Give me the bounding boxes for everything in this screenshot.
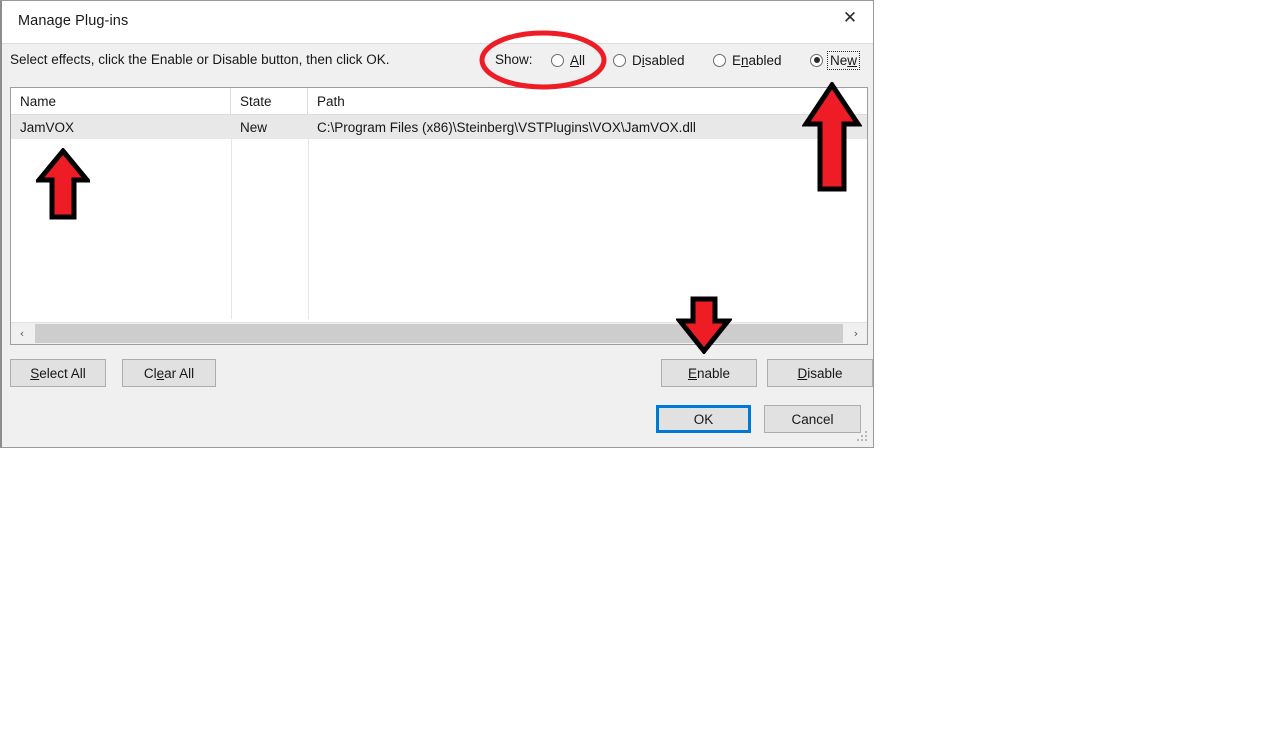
list-header-row: Name State Path [11,88,867,115]
cancel-button[interactable]: Cancel [764,405,861,433]
instruction-text: Select effects, click the Enable or Disa… [10,52,390,67]
horizontal-scrollbar[interactable]: ‹ › [11,322,867,344]
scroll-right-icon[interactable]: › [845,323,867,344]
cell-path-text: C:\Program Files (x86)\Steinberg\VSTPlug… [317,119,696,135]
enable-button[interactable]: Enable [661,359,757,387]
scrollbar-thumb[interactable] [35,324,843,343]
column-header-name[interactable]: Name [11,88,231,115]
column-header-state-label: State [240,94,272,109]
grid-line-2 [308,139,309,319]
screenshot-canvas: Manage Plug-ins ✕ Select effects, click … [0,0,1280,737]
radio-show-disabled[interactable]: Disabled [613,50,685,70]
cell-name: JamVOX [11,115,231,139]
radio-knob-disabled [613,53,626,67]
column-header-path-label: Path [317,94,345,109]
close-icon: ✕ [842,7,858,28]
table-row[interactable]: JamVOX New C:\Program Files (x86)\Steinb… [11,115,867,139]
column-header-state[interactable]: State [231,88,308,115]
enable-label: Enable [687,365,731,381]
radio-show-enabled[interactable]: Enabled [713,50,782,70]
radio-label-new: New [826,50,861,70]
title-bar: Manage Plug-ins ✕ [2,1,873,43]
radio-show-new[interactable]: New [810,50,861,70]
cell-path: C:\Program Files (x86)\Steinberg\VSTPlug… [308,115,867,139]
radio-knob-enabled [713,53,726,67]
disable-label: Disable [797,365,843,381]
column-header-path[interactable]: Path [308,88,867,115]
radio-show-all[interactable]: All [551,50,585,70]
cancel-label: Cancel [791,411,834,427]
radio-knob-all [551,53,564,67]
ok-button[interactable]: OK [656,405,751,433]
ok-label: OK [693,411,714,427]
select-all-button[interactable]: Select All [10,359,106,387]
scroll-left-icon[interactable]: ‹ [11,323,33,344]
column-header-name-label: Name [20,94,57,109]
clear-all-label: Clear All [143,365,195,381]
resize-grip-icon[interactable] [857,431,869,443]
select-all-label: Select All [30,365,86,381]
cell-state-text: New [240,119,268,135]
radio-label-all: All [570,52,586,68]
radio-label-disabled: Disabled [632,52,685,68]
close-button[interactable]: ✕ [827,1,873,35]
grid-line-1 [231,139,232,319]
plugins-list[interactable]: Name State Path JamVOX New C:\Program Fi… [10,87,868,345]
cell-state: New [231,115,308,139]
show-filter-label: Show: [495,52,533,67]
cell-name-text: JamVOX [20,119,75,135]
radio-label-enabled: Enabled [732,52,782,68]
window-title: Manage Plug-ins [18,13,129,29]
disable-button[interactable]: Disable [767,359,873,387]
radio-knob-new [810,53,823,67]
manage-plugins-dialog: Manage Plug-ins ✕ Select effects, click … [0,0,874,448]
clear-all-button[interactable]: Clear All [122,359,216,387]
